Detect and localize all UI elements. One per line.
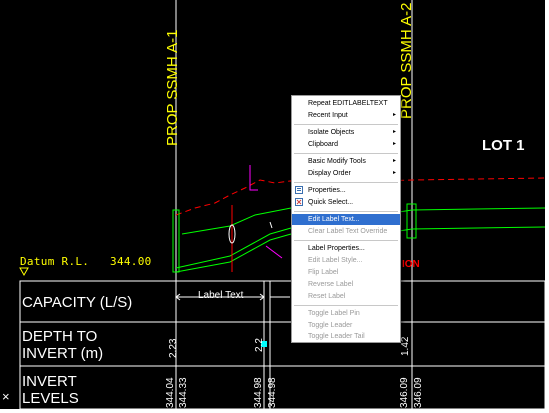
menu-item-label: Repeat EDITLABELTEXT [308, 100, 388, 107]
menu-item-label: Reset Label [308, 293, 346, 300]
invert-value: 344.98 [267, 377, 278, 408]
ucs-x-icon: × [2, 389, 10, 404]
depth-value-mid: 2.2 [254, 338, 265, 352]
submenu-arrow-icon: ▸ [392, 158, 396, 164]
menu-item-quick-select[interactable]: Quick Select... [292, 197, 400, 208]
context-menu[interactable]: Repeat EDITLABELTEXT Recent Input ▸ Isola… [291, 95, 401, 343]
menu-separator [294, 182, 398, 183]
menu-item-toggle-leader-tail[interactable]: Toggle Leader Tail [292, 331, 400, 342]
submenu-arrow-icon: ▸ [392, 170, 396, 176]
menu-item-label: Properties... [308, 187, 346, 194]
menu-item-isolate-objects[interactable]: Isolate Objects ▸ [292, 127, 400, 138]
pipe-invert-line [175, 233, 292, 273]
datum-value: 344.00 [110, 255, 152, 268]
menu-item-repeat[interactable]: Repeat EDITLABELTEXT [292, 98, 400, 109]
row-label-invert-2: LEVELS [22, 390, 79, 407]
menu-item-label: Reverse Label [308, 281, 354, 288]
row-label-capacity: CAPACITY (L/S) [22, 294, 133, 311]
quick-select-icon [295, 198, 303, 206]
red-label-fragment: ION [402, 259, 420, 270]
label-leader [249, 165, 258, 191]
menu-item-label: Toggle Leader Tail [308, 333, 365, 340]
menu-item-label: Toggle Leader [308, 322, 353, 329]
menu-separator [294, 211, 398, 212]
submenu-arrow-icon: ▸ [392, 112, 396, 118]
menu-item-flip-label[interactable]: Flip Label [292, 267, 400, 278]
menu-item-label: Clear Label Text Override [308, 228, 388, 235]
invert-value: 344.33 [178, 377, 189, 408]
cad-viewport[interactable]: PROP SSMH A-1 PROP SSMH A-2 LOT 1 Datum … [0, 0, 545, 409]
menu-item-toggle-label-pin[interactable]: Toggle Label Pin [292, 308, 400, 319]
depth-value-a1: 2.23 [168, 338, 179, 358]
menu-item-properties[interactable]: Properties... [292, 185, 400, 196]
datum-label-text: Datum R.L. [20, 255, 90, 268]
menu-item-label: Edit Label Text... [308, 216, 360, 223]
invert-value: 346.09 [399, 377, 410, 408]
menu-item-edit-label-style[interactable]: Edit Label Style... [292, 255, 400, 266]
menu-item-reverse-label[interactable]: Reverse Label [292, 279, 400, 290]
manhole-a1-label: PROP SSMH A-1 [164, 29, 181, 146]
invert-value: 346.09 [413, 377, 424, 408]
row-label-depth-2: INVERT (m) [22, 345, 104, 362]
label-text[interactable]: Label Text [198, 290, 243, 301]
submenu-arrow-icon: ▸ [392, 129, 396, 135]
menu-item-label: Basic Modify Tools [308, 158, 366, 165]
pipe-invert-line [398, 226, 545, 232]
menu-item-label: Label Properties... [308, 245, 365, 252]
menu-item-recent-input[interactable]: Recent Input ▸ [292, 110, 400, 121]
row-label-invert-1: INVERT [22, 373, 77, 390]
invert-value: 344.04 [165, 377, 176, 408]
invert-value: 344.98 [253, 377, 264, 408]
menu-item-label: Toggle Label Pin [308, 310, 360, 317]
menu-item-label: Edit Label Style... [308, 257, 363, 264]
pipe-obvert-line [175, 227, 292, 269]
properties-icon [295, 186, 303, 194]
pipe-top-line [398, 207, 545, 213]
label-tick [269, 221, 273, 229]
menu-separator [294, 305, 398, 306]
menu-separator [294, 153, 398, 154]
datum-label: Datum R.L. 344.00 [20, 255, 152, 268]
menu-item-label: Quick Select... [308, 199, 354, 206]
menu-item-clipboard[interactable]: Clipboard ▸ [292, 139, 400, 150]
row-label-depth-1: DEPTH TO [22, 328, 98, 345]
menu-item-label: Recent Input [308, 112, 348, 119]
depth-value-a2: 1.42 [400, 336, 411, 356]
pipe-top-line [181, 207, 292, 235]
menu-item-label: Flip Label [308, 269, 339, 276]
menu-separator [294, 240, 398, 241]
menu-item-basic-modify-tools[interactable]: Basic Modify Tools ▸ [292, 156, 400, 167]
lot-label: LOT 1 [482, 137, 525, 154]
menu-item-toggle-leader[interactable]: Toggle Leader [292, 320, 400, 331]
label-leader [265, 245, 283, 259]
menu-item-label: Clipboard [308, 141, 338, 148]
menu-item-label: Isolate Objects [308, 129, 355, 136]
menu-separator [294, 124, 398, 125]
menu-item-label-properties[interactable]: Label Properties... [292, 243, 400, 254]
menu-item-clear-label-text-override[interactable]: Clear Label Text Override [292, 226, 400, 237]
submenu-arrow-icon: ▸ [392, 141, 396, 147]
menu-item-edit-label-text[interactable]: Edit Label Text... [292, 214, 400, 225]
menu-item-reset-label[interactable]: Reset Label [292, 291, 400, 302]
menu-item-label: Display Order [308, 170, 351, 177]
datum-marker [19, 267, 29, 277]
menu-item-display-order[interactable]: Display Order ▸ [292, 168, 400, 179]
